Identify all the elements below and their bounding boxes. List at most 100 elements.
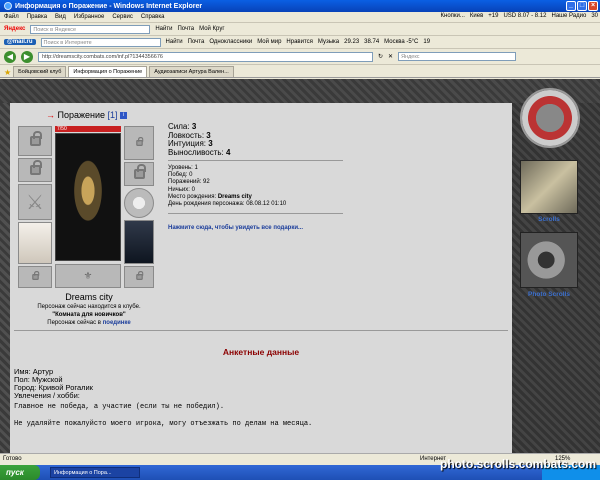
profile-hobbies: Увлечения / хобби: <box>14 391 80 400</box>
menu-favorites[interactable]: Избранное <box>74 14 104 20</box>
back-icon[interactable]: ◀ <box>4 50 16 63</box>
maximize-button[interactable]: □ <box>577 1 587 11</box>
profile-motto: Главное не победа, а участие (если ты не… <box>14 403 225 411</box>
tab-combats-club[interactable]: Бойцовский клуб <box>13 66 67 77</box>
mailru-logo[interactable]: @mail.ru <box>4 39 36 45</box>
ie-icon <box>4 2 12 10</box>
slot-gloves[interactable] <box>124 162 154 186</box>
my-world-link[interactable]: Мой мир <box>257 39 281 45</box>
profile-title: Анкетные данные <box>222 347 300 357</box>
emblem-icon: ⚜ <box>83 270 93 282</box>
info-row: Уровень: 1 <box>168 165 286 172</box>
slot-weapon[interactable]: ⚔ <box>18 184 52 220</box>
start-button[interactable]: пуск <box>0 465 40 480</box>
taskbar-item[interactable]: Информация о Пора... <box>50 467 140 478</box>
slot-rings[interactable]: ⚜ <box>55 264 121 288</box>
yandex-mail-button[interactable]: Почта <box>177 26 194 32</box>
status-text: Готово <box>3 456 22 462</box>
scrolls-icon[interactable] <box>520 160 578 214</box>
stat-row: Выносливость: 4 <box>168 147 230 158</box>
info-label: Ничьих: <box>168 186 190 193</box>
minimize-button[interactable]: _ <box>566 1 576 11</box>
my-circle-link[interactable]: Мой Круг <box>199 26 224 32</box>
divider <box>14 330 508 331</box>
yandex-search-input[interactable]: Поиск в Яндексе <box>30 24 151 34</box>
character-portrait[interactable] <box>55 133 121 261</box>
info-value: Dreams city <box>217 193 252 200</box>
club-emblem-icon[interactable] <box>520 88 580 148</box>
slot-belt[interactable] <box>18 266 52 288</box>
frame-top <box>0 79 600 103</box>
weather-city[interactable]: Киев <box>470 13 483 19</box>
mailru-mail-link[interactable]: Почта <box>188 39 205 45</box>
tab-audio[interactable]: Аудиозаписи Артура Вален... <box>149 66 234 77</box>
info-value: 1 <box>194 165 198 171</box>
watermark: photo.scrolls.combats.com <box>440 457 597 471</box>
buttons-menu[interactable]: Кнопки... <box>441 13 465 19</box>
character-level: [1] <box>107 110 118 120</box>
info-label: День рождения персонажа: <box>168 201 245 208</box>
menu-view[interactable]: Вид <box>55 14 66 20</box>
counter-badge[interactable]: 30 <box>591 13 598 19</box>
forward-icon[interactable]: ▶ <box>21 50 33 63</box>
info-row: Место рождения: Dreams city <box>168 194 286 201</box>
menu-tools[interactable]: Сервис <box>112 14 133 20</box>
photo-scrolls-link[interactable]: Photo Scrolls <box>515 291 583 298</box>
music-link[interactable]: Музыка <box>318 39 339 45</box>
info-label: Место рождения: <box>168 193 217 200</box>
radio-button[interactable]: Наше Радио <box>551 13 586 19</box>
address-search-input[interactable]: Яндекс <box>398 52 517 61</box>
slot-pants[interactable] <box>124 220 154 264</box>
location-room: "Комната для новичков" <box>52 312 126 318</box>
mailru-search-input[interactable]: Поиск в Интернете <box>40 37 161 47</box>
window-title: Информация о Поражение - Windows Interne… <box>15 2 203 10</box>
profile-note: Не удаляйте пожалуйсто моего игрока, мог… <box>14 420 313 428</box>
menu-help[interactable]: Справка <box>141 14 165 20</box>
photo-scrolls-icon[interactable] <box>520 232 578 288</box>
slot-shield[interactable] <box>124 188 154 218</box>
lock-icon <box>29 160 42 175</box>
info-row: День рождения персонажа: 08.08.12 01:10 <box>168 201 286 208</box>
stop-icon[interactable]: ✕ <box>388 53 393 60</box>
info-icon[interactable]: i <box>120 112 128 120</box>
lock-icon <box>29 131 42 146</box>
odnoklassniki-link[interactable]: Одноклассники <box>209 39 252 45</box>
fight-link[interactable]: поединке <box>103 320 131 326</box>
yandex-find-button[interactable]: Найти <box>155 26 172 32</box>
weather-moscow[interactable]: Москва -5°C <box>384 39 418 45</box>
location-line: Персонаж сейчас находится в клубе. <box>37 304 141 310</box>
menu-edit[interactable]: Правка <box>27 14 47 20</box>
weather-temp[interactable]: +19 <box>488 13 498 19</box>
info-value: 0 <box>191 186 195 193</box>
rate-1[interactable]: 29.23 <box>344 39 359 45</box>
info-label: Побед: <box>168 172 188 179</box>
slot-earrings[interactable] <box>18 158 52 182</box>
menu-file[interactable]: Файл <box>4 14 19 20</box>
slot-right-top[interactable] <box>124 126 154 160</box>
stat-label: Выносливость: <box>168 147 224 157</box>
gifts-link[interactable]: Нажмите сюда, чтобы увидеть все подарки.… <box>168 225 303 231</box>
tab-info-defeat[interactable]: Информация о Поражение <box>68 66 148 77</box>
slot-boots[interactable] <box>124 266 154 288</box>
yandex-logo[interactable]: Яндекс <box>4 26 25 32</box>
like-link[interactable]: Нравится <box>286 39 312 45</box>
lock-icon <box>135 271 143 280</box>
mailru-find-button[interactable]: Найти <box>166 39 183 45</box>
currency-usd[interactable]: USD 8.07 - 8.12 <box>503 13 546 19</box>
info-block: Уровень: 1 Побед: 0 Поражений: 92 Ничьих… <box>168 165 286 208</box>
character-title: Поражение <box>57 110 106 120</box>
slot-helmet[interactable] <box>18 126 52 156</box>
menu-bar: Файл Правка Вид Избранное Сервис Справка… <box>0 12 600 23</box>
counter-19[interactable]: 19 <box>423 39 430 45</box>
scrolls-link[interactable]: Scrolls <box>520 216 578 223</box>
info-value: 0 <box>189 172 193 179</box>
close-button[interactable]: × <box>588 1 598 11</box>
rate-2[interactable]: 38.74 <box>364 39 379 45</box>
address-toolbar: ◀ ▶ http://dreamscity.combats.com/inf.pl… <box>0 49 600 65</box>
lock-icon <box>135 137 143 146</box>
favorites-star-icon[interactable]: ★ <box>4 68 11 77</box>
slot-armor[interactable] <box>18 222 52 264</box>
refresh-icon[interactable]: ↻ <box>378 53 383 60</box>
address-input[interactable]: http://dreamscity.combats.com/inf.pl?134… <box>38 51 373 62</box>
lock-icon <box>133 164 146 179</box>
